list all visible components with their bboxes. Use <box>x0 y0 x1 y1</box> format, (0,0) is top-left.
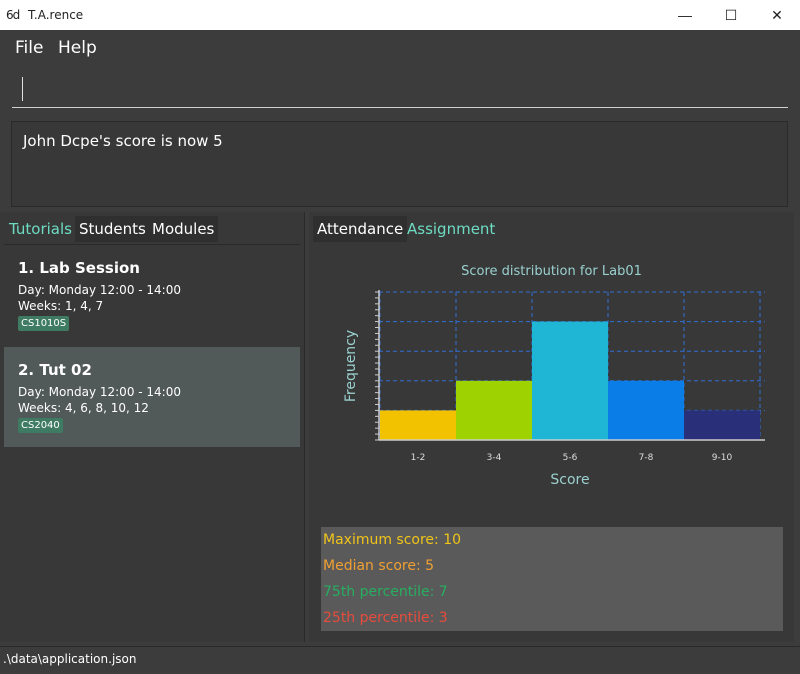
p75-score: 75th percentile: 7 <box>323 584 448 600</box>
tutorial-day: Day: Monday 12:00 - 14:00 <box>18 283 181 297</box>
chart-title: Score distribution for Lab01 <box>461 264 642 279</box>
tab-students[interactable]: Students <box>75 216 150 242</box>
bar-9-10 <box>684 410 760 440</box>
tutorial-day: Day: Monday 12:00 - 14:00 <box>18 385 181 399</box>
bar-5-6 <box>532 321 608 440</box>
x-tick-label: 7-8 <box>639 453 654 463</box>
result-message: John Dcpe's score is now 5 <box>23 132 223 150</box>
tutorial-panel: Tutorials Students Modules 1. Lab Sessio… <box>0 212 305 642</box>
x-axis-label: Score <box>550 472 589 488</box>
bar-1-2 <box>380 410 456 440</box>
assignment-panel: Attendance Assignment Score distribution… <box>309 212 794 642</box>
x-tick-label: 1-2 <box>411 453 426 463</box>
tutorial-weeks: Weeks: 1, 4, 7 <box>18 299 104 313</box>
score-stats: Maximum score: 10 Median score: 5 75th p… <box>321 527 783 631</box>
x-tick-label: 5-6 <box>563 453 578 463</box>
text-caret <box>22 77 23 101</box>
tutorial-card-tut-02[interactable]: 2. Tut 02 Day: Monday 12:00 - 14:00 Week… <box>4 347 300 447</box>
x-tick-label: 3-4 <box>487 453 502 463</box>
y-axis-label: Frequency <box>343 330 359 402</box>
result-display: John Dcpe's score is now 5 <box>11 121 788 207</box>
score-distribution-chart: Frequency Score 1-2 3-4 5-6 7-8 9-10 <box>343 290 765 488</box>
tutorial-weeks: Weeks: 4, 6, 8, 10, 12 <box>18 401 149 415</box>
tutorial-card-lab-session[interactable]: 1. Lab Session Day: Monday 12:00 - 14:00… <box>4 245 300 345</box>
median-score: Median score: 5 <box>323 558 435 574</box>
maximize-button[interactable]: ☐ <box>708 0 754 30</box>
close-icon: ✕ <box>771 7 783 23</box>
tab-assignment[interactable]: Assignment <box>403 216 499 242</box>
p25-score: 25th percentile: 3 <box>323 610 448 626</box>
data-file-path: .\data\application.json <box>3 652 137 666</box>
menu-help[interactable]: Help <box>58 38 97 58</box>
tutorial-title: 1. Lab Session <box>18 259 140 277</box>
minimize-icon: — <box>678 7 692 23</box>
status-bar: .\data\application.json <box>0 646 800 674</box>
window-title: T.A.rence <box>28 8 84 22</box>
bar-7-8 <box>608 380 684 440</box>
menu-bar: File Help <box>0 30 800 64</box>
title-bar: 6d T.A.rence — ☐ ✕ <box>0 0 800 30</box>
tab-modules[interactable]: Modules <box>148 216 219 242</box>
menu-file[interactable]: File <box>15 38 43 58</box>
tab-attendance[interactable]: Attendance <box>313 216 408 242</box>
tutorial-list: 1. Lab Session Day: Monday 12:00 - 14:00… <box>4 244 300 639</box>
tutorial-title: 2. Tut 02 <box>18 361 92 379</box>
tab-tutorials[interactable]: Tutorials <box>5 216 76 242</box>
max-score: Maximum score: 10 <box>323 532 462 548</box>
minimize-button[interactable]: — <box>662 0 708 30</box>
maximize-icon: ☐ <box>724 7 738 23</box>
app-logo-icon: 6d <box>6 8 20 22</box>
x-tick-label: 9-10 <box>712 453 733 463</box>
close-button[interactable]: ✕ <box>754 0 800 30</box>
module-tag: CS1010S <box>18 316 70 331</box>
module-tag: CS2040 <box>18 418 63 433</box>
command-box <box>0 64 800 116</box>
bar-3-4 <box>456 380 532 440</box>
command-input[interactable] <box>12 72 788 108</box>
